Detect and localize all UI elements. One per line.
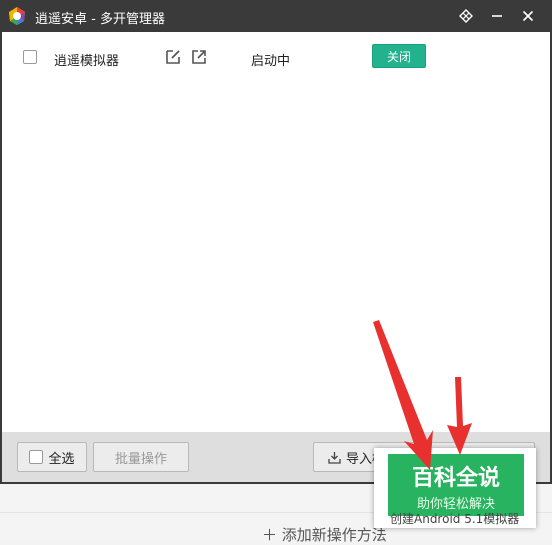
select-all-button[interactable]: 全选	[17, 442, 87, 472]
watermark-badge: 百科全说 助你轻松解决 创建Android 5.1模拟器	[374, 448, 536, 528]
instance-list: 逍遥模拟器 启动中 关闭	[2, 32, 550, 432]
select-all-label: 全选	[48, 451, 75, 467]
pin-icon[interactable]	[455, 6, 477, 26]
edit-icon[interactable]	[164, 48, 182, 66]
row-checkbox[interactable]	[23, 50, 37, 64]
create-emulator-label: 创建Android 5.1模拟器	[390, 512, 520, 526]
import-icon	[328, 451, 341, 464]
close-instance-button[interactable]: 关闭	[372, 44, 426, 68]
plus-icon: ＋	[262, 526, 278, 544]
open-external-icon[interactable]	[190, 48, 208, 66]
window-title: 逍遥安卓 - 多开管理器	[35, 12, 165, 27]
title-bar[interactable]: 逍遥安卓 - 多开管理器	[0, 0, 552, 32]
app-logo-icon	[9, 7, 25, 25]
batch-operation-button[interactable]: 批量操作	[93, 442, 189, 472]
add-method-label: 添加新操作方法	[281, 526, 387, 544]
instance-name: 逍遥模拟器	[54, 54, 120, 69]
minimize-icon[interactable]	[486, 6, 508, 26]
watermark-panel: 百科全说 助你轻松解决	[388, 454, 524, 516]
multi-instance-manager-window: 逍遥安卓 - 多开管理器 逍遥模拟器 启动中 关闭 全选 批量操作 导入模拟	[0, 0, 552, 484]
instance-row[interactable]: 逍遥模拟器 启动中 关闭	[2, 40, 550, 76]
watermark-title: 百科全说	[411, 466, 500, 491]
close-icon[interactable]	[517, 6, 539, 26]
status-text: 启动中	[251, 54, 291, 69]
select-all-checkbox[interactable]	[29, 450, 44, 464]
